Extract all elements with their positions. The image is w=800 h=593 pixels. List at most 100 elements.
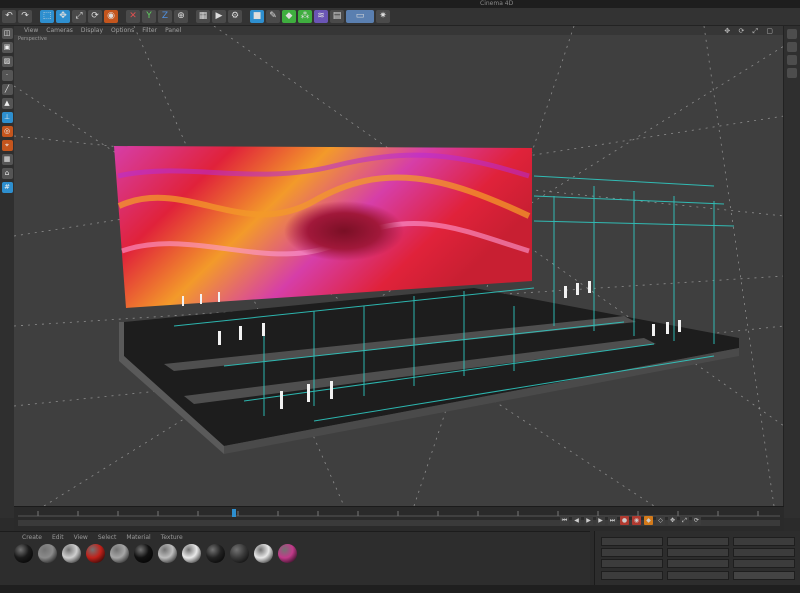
render-icon[interactable]: ▶ — [212, 10, 226, 23]
points-mode-icon[interactable]: · — [1, 70, 13, 81]
size-x-field[interactable] — [667, 537, 729, 546]
grid-icon[interactable]: # — [1, 182, 13, 193]
material-menu-view[interactable]: View — [74, 534, 88, 541]
scale-key-icon[interactable]: ⤢ — [680, 516, 689, 525]
playhead[interactable] — [232, 509, 236, 517]
panel-toggle-icon[interactable] — [787, 42, 797, 52]
material-menu-select[interactable]: Select — [98, 534, 117, 541]
lock-icon[interactable]: ⌂ — [1, 168, 13, 179]
select-icon[interactable]: ⬚ — [40, 10, 54, 23]
position-x-field[interactable] — [601, 537, 663, 546]
material-swatch[interactable] — [182, 544, 201, 563]
material-swatch[interactable] — [254, 544, 273, 563]
move-icon[interactable]: ✥ — [56, 10, 70, 23]
x-axis-icon[interactable]: ✕ — [126, 10, 140, 23]
rotate-key-icon[interactable]: ⟳ — [692, 516, 701, 525]
polygons-mode-icon[interactable]: ▲ — [1, 98, 13, 109]
object-dropdown[interactable] — [601, 571, 663, 580]
next-frame-icon[interactable]: ▶ — [596, 516, 605, 525]
left-toolbar: ◫ ▣ ▨ · ╱ ▲ ⊥ ◎ ⌖ ▦ ⌂ # — [0, 26, 15, 518]
right-sidebar — [783, 26, 800, 518]
y-axis-icon[interactable]: Y — [142, 10, 156, 23]
material-preview-ball — [254, 544, 273, 563]
panel-toggle-icon[interactable] — [787, 68, 797, 78]
rotate-icon[interactable]: ⟳ — [88, 10, 102, 23]
material-preview-ball — [182, 544, 201, 563]
rotation-b-field[interactable] — [733, 559, 795, 568]
size-dropdown[interactable] — [667, 571, 729, 580]
model-mode-icon[interactable]: ▣ — [1, 42, 13, 53]
scene-icon[interactable]: ▤ — [330, 10, 344, 23]
keyframe-sel-icon[interactable]: ◇ — [656, 516, 665, 525]
material-list — [14, 544, 297, 563]
render-view-icon[interactable]: ▦ — [196, 10, 210, 23]
rotation-h-field[interactable] — [733, 537, 795, 546]
camera-icon[interactable]: ▭ — [346, 10, 374, 23]
material-preview-ball — [62, 544, 81, 563]
material-swatch[interactable] — [38, 544, 57, 563]
render-settings-icon[interactable]: ⚙ — [228, 10, 242, 23]
material-menu-material[interactable]: Material — [126, 534, 150, 541]
position-z-field[interactable] — [601, 559, 663, 568]
tweak-icon[interactable]: ◎ — [1, 126, 13, 137]
pen-icon[interactable]: ✎ — [266, 10, 280, 23]
material-preview-ball — [14, 544, 33, 563]
material-manager: Create Edit View Select Material Texture — [0, 531, 590, 586]
material-swatch[interactable] — [86, 544, 105, 563]
material-preview-ball — [134, 544, 153, 563]
material-swatch[interactable] — [278, 544, 297, 563]
panel-toggle-icon[interactable] — [787, 55, 797, 65]
workplane-icon[interactable]: ▦ — [1, 154, 13, 165]
material-menu-create[interactable]: Create — [22, 534, 42, 541]
panel-toggle-icon[interactable] — [787, 29, 797, 39]
scene-canvas — [14, 26, 784, 506]
material-preview-ball — [86, 544, 105, 563]
material-swatch[interactable] — [158, 544, 177, 563]
stage-platform[interactable] — [119, 288, 739, 454]
subdivision-icon[interactable]: ◆ — [282, 10, 296, 23]
texture-mode-icon[interactable]: ▨ — [1, 56, 13, 67]
autokey-icon[interactable]: ◉ — [632, 516, 641, 525]
make-editable-icon[interactable]: ◫ — [1, 28, 13, 39]
deformer-icon[interactable]: ≋ — [314, 10, 328, 23]
light-icon[interactable]: ✷ — [376, 10, 390, 23]
go-end-icon[interactable]: ⏭ — [608, 516, 617, 525]
material-swatch[interactable] — [62, 544, 81, 563]
size-y-field[interactable] — [667, 548, 729, 557]
play-icon[interactable]: ▶ — [584, 516, 593, 525]
world-icon[interactable]: ⊕ — [174, 10, 188, 23]
size-z-field[interactable] — [667, 559, 729, 568]
edges-mode-icon[interactable]: ╱ — [1, 84, 13, 95]
material-swatch[interactable] — [110, 544, 129, 563]
material-preview-ball — [206, 544, 225, 563]
material-menu: Create Edit View Select Material Texture — [22, 534, 183, 541]
perspective-viewport[interactable]: View Cameras Display Options Filter Pane… — [14, 26, 784, 506]
scale-icon[interactable]: ⤢ — [72, 10, 86, 23]
undo-icon[interactable]: ↶ — [2, 10, 16, 23]
material-swatch[interactable] — [14, 544, 33, 563]
move-key-icon[interactable]: ✥ — [668, 516, 677, 525]
apply-button[interactable] — [733, 571, 795, 580]
cloner-icon[interactable]: ⁂ — [298, 10, 312, 23]
object-icon[interactable]: ◉ — [104, 10, 118, 23]
material-swatch[interactable] — [134, 544, 153, 563]
snap-icon[interactable]: ⌖ — [1, 140, 13, 151]
title-bar: Cinema 4D — [0, 0, 800, 8]
prev-frame-icon[interactable]: ◀ — [572, 516, 581, 525]
material-swatch[interactable] — [206, 544, 225, 563]
material-menu-texture[interactable]: Texture — [161, 534, 183, 541]
keyframe-icon[interactable]: ◆ — [644, 516, 653, 525]
led-screen[interactable] — [114, 146, 532, 308]
record-icon[interactable]: ● — [620, 516, 629, 525]
axis-mode-icon[interactable]: ⊥ — [1, 112, 13, 123]
material-swatch[interactable] — [230, 544, 249, 563]
material-preview-ball — [158, 544, 177, 563]
position-y-field[interactable] — [601, 548, 663, 557]
material-menu-edit[interactable]: Edit — [52, 534, 64, 541]
redo-icon[interactable]: ↷ — [18, 10, 32, 23]
z-axis-icon[interactable]: Z — [158, 10, 172, 23]
rotation-p-field[interactable] — [733, 548, 795, 557]
go-start-icon[interactable]: ⏮ — [560, 516, 569, 525]
cube-icon[interactable]: ■ — [250, 10, 264, 23]
main-toolbar: ↶ ↷ ⬚ ✥ ⤢ ⟳ ◉ ✕ Y Z ⊕ ▦ ▶ ⚙ ■ ✎ ◆ ⁂ ≋ ▤ … — [0, 8, 800, 26]
